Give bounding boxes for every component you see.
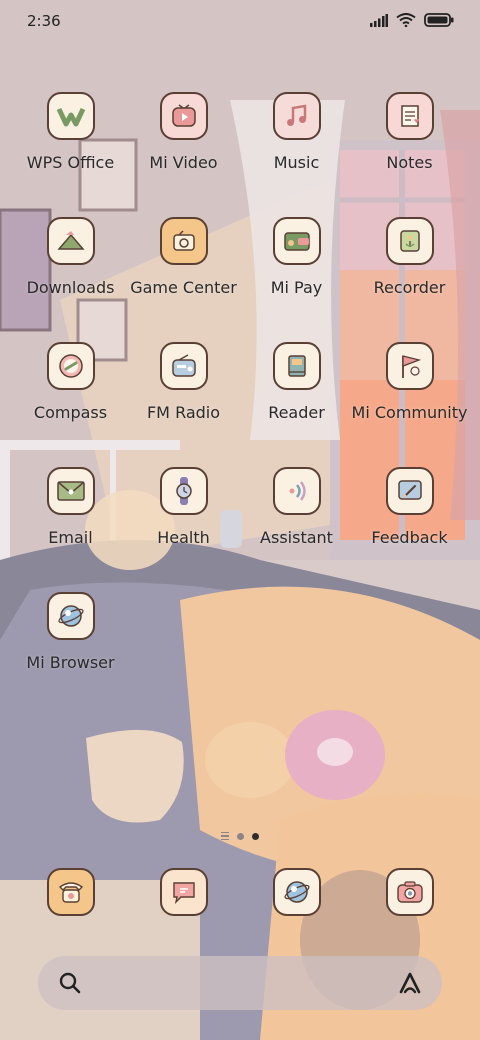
feedback-icon xyxy=(385,467,434,515)
app-notes[interactable]: Notes xyxy=(353,92,466,187)
assistant-icon xyxy=(272,467,321,515)
mi-community-icon xyxy=(385,342,434,390)
app-mi-browser[interactable]: Mi Browser xyxy=(14,592,127,687)
mi-pay-icon xyxy=(272,217,321,265)
dock-phone[interactable] xyxy=(14,868,127,916)
downloads-icon xyxy=(46,217,95,265)
app-label: FM Radio xyxy=(146,403,221,422)
app-wps-office[interactable]: WPS Office xyxy=(14,92,127,187)
app-label: WPS Office xyxy=(26,153,115,172)
health-icon xyxy=(159,467,208,515)
wps-office-icon xyxy=(46,92,95,140)
camera-icon xyxy=(385,868,434,916)
page-dot xyxy=(237,832,244,840)
fm-radio-icon xyxy=(159,342,208,390)
browser-icon xyxy=(272,868,321,916)
app-grid: WPS Office Mi Video Music Notes Download… xyxy=(0,92,480,687)
mi-video-icon xyxy=(159,92,208,140)
page-dot-current xyxy=(252,832,259,840)
app-fm-radio[interactable]: FM Radio xyxy=(127,342,240,437)
dock-messages[interactable] xyxy=(127,868,240,916)
app-label: Mi Browser xyxy=(26,653,115,672)
app-mi-pay[interactable]: Mi Pay xyxy=(240,217,353,312)
app-label: Music xyxy=(273,153,320,172)
assistant-shortcut-icon[interactable] xyxy=(396,970,424,1000)
dock-browser[interactable] xyxy=(240,868,353,916)
app-label: Mi Video xyxy=(149,153,218,172)
app-downloads[interactable]: Downloads xyxy=(14,217,127,312)
status-bar: 2:36 xyxy=(0,0,480,44)
search-bar[interactable] xyxy=(38,956,442,1010)
app-health[interactable]: Health xyxy=(127,467,240,562)
email-icon xyxy=(46,467,95,515)
app-assistant[interactable]: Assistant xyxy=(240,467,353,562)
app-label: Compass xyxy=(33,403,108,422)
app-mi-video[interactable]: Mi Video xyxy=(127,92,240,187)
app-recorder[interactable]: Recorder xyxy=(353,217,466,312)
app-label: Mi Pay xyxy=(270,278,323,297)
phone-icon xyxy=(46,868,95,916)
battery-icon xyxy=(424,12,454,31)
music-icon xyxy=(272,92,321,140)
app-label: Reader xyxy=(268,403,325,422)
app-music[interactable]: Music xyxy=(240,92,353,187)
app-label: Email xyxy=(48,528,93,547)
compass-icon xyxy=(46,342,95,390)
app-reader[interactable]: Reader xyxy=(240,342,353,437)
app-feedback[interactable]: Feedback xyxy=(353,467,466,562)
mi-browser-icon xyxy=(46,592,95,640)
game-center-icon xyxy=(159,217,208,265)
notes-icon xyxy=(385,92,434,140)
app-label: Assistant xyxy=(260,528,333,547)
status-icons xyxy=(370,12,454,31)
dock-camera[interactable] xyxy=(353,868,466,916)
app-mi-community[interactable]: Mi Community xyxy=(351,342,468,437)
page-indicator-list-icon xyxy=(221,831,229,841)
app-label: Game Center xyxy=(130,278,237,297)
status-time: 2:36 xyxy=(27,12,61,30)
reader-icon xyxy=(272,342,321,390)
page-indicator[interactable] xyxy=(200,826,280,846)
dock xyxy=(0,868,480,916)
app-label: Health xyxy=(157,528,210,547)
app-label: Recorder xyxy=(373,278,446,297)
app-label: Mi Community xyxy=(351,403,468,422)
messages-icon xyxy=(159,868,208,916)
search-icon[interactable] xyxy=(58,971,82,999)
wifi-icon xyxy=(396,12,416,31)
app-label: Notes xyxy=(386,153,433,172)
app-label: Downloads xyxy=(26,278,115,297)
app-label: Feedback xyxy=(371,528,448,547)
app-email[interactable]: Email xyxy=(14,467,127,562)
signal-icon xyxy=(370,12,388,31)
recorder-icon xyxy=(385,217,434,265)
app-compass[interactable]: Compass xyxy=(14,342,127,437)
app-game-center[interactable]: Game Center xyxy=(127,217,240,312)
